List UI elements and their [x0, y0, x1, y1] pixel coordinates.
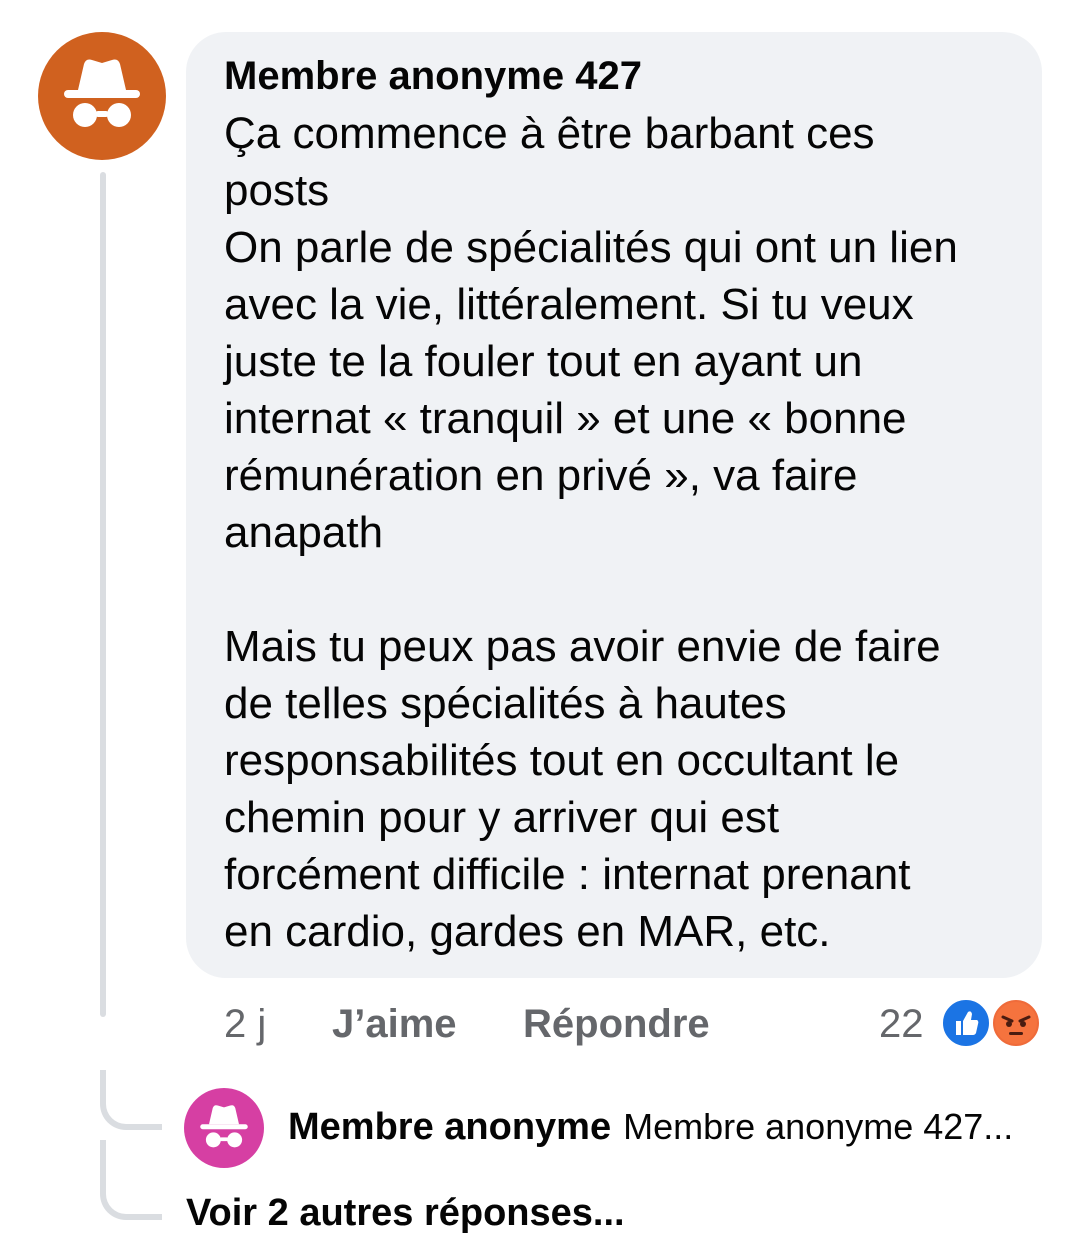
reply-avatar[interactable] [184, 1088, 264, 1168]
thread-line [100, 172, 106, 1017]
comment-author[interactable]: Membre anonyme 427 [224, 52, 642, 100]
incognito-icon [200, 1105, 248, 1148]
like-button[interactable]: J’aime [332, 1000, 457, 1050]
like-reaction-icon[interactable] [940, 997, 992, 1049]
comment-text: Ça commence à être barbant ces posts On … [224, 109, 958, 956]
reaction-count[interactable]: 22 [879, 1000, 924, 1050]
more-replies-connector-line [100, 1140, 162, 1220]
reply-author[interactable]: Membre anonyme [288, 1106, 611, 1148]
angry-reaction-icon[interactable] [990, 997, 1042, 1049]
reply-button[interactable]: Répondre [523, 1000, 710, 1050]
avatar[interactable] [38, 32, 166, 160]
incognito-icon [64, 59, 140, 127]
reply-connector-line [100, 1070, 162, 1130]
comment-timestamp[interactable]: 2 j [224, 1000, 266, 1050]
reply-preview[interactable]: Membre anonyme Membre anonyme 427... [288, 1104, 1013, 1150]
view-more-replies-link[interactable]: Voir 2 autres réponses... [186, 1190, 625, 1236]
reply-snippet[interactable]: Membre anonyme 427... [623, 1106, 1013, 1147]
